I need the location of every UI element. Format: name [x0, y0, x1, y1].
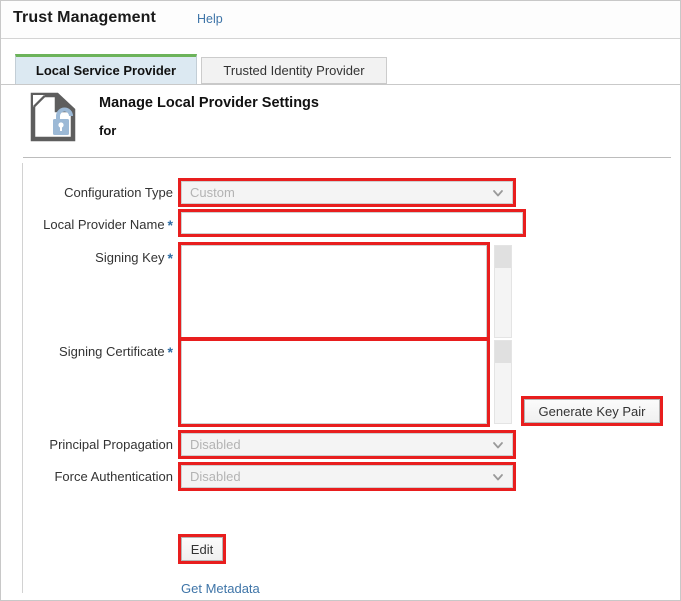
force-authentication-value: Disabled	[190, 469, 241, 484]
signing-key-textarea[interactable]	[181, 245, 487, 338]
scrollbar-thumb[interactable]	[495, 341, 511, 363]
generate-key-pair-button[interactable]: Generate Key Pair	[524, 399, 660, 423]
tab-trusted-identity-provider[interactable]: Trusted Identity Provider	[201, 57, 387, 84]
get-metadata-link[interactable]: Get Metadata	[181, 581, 260, 596]
chevron-down-icon	[493, 189, 503, 196]
label-signing-certificate: Signing Certificate *	[59, 344, 173, 360]
trust-management-page: Trust Management Help Local Service Prov…	[0, 0, 681, 601]
label-configuration-type: Configuration Type	[64, 185, 173, 200]
page-header: Trust Management Help	[1, 1, 680, 39]
local-provider-name-input[interactable]	[181, 212, 523, 234]
force-authentication-select[interactable]: Disabled	[181, 465, 513, 488]
required-marker: *	[167, 344, 173, 360]
label-force-authentication: Force Authentication	[54, 469, 173, 484]
signing-certificate-textarea[interactable]	[181, 340, 487, 424]
form-area: Configuration Type Custom Local Provider…	[1, 87, 680, 600]
chevron-down-icon	[493, 441, 503, 448]
tab-label: Local Service Provider	[35, 63, 177, 78]
tab-label: Trusted Identity Provider	[223, 63, 365, 78]
required-marker: *	[167, 250, 173, 266]
tab-strip-baseline	[1, 84, 680, 85]
required-marker: *	[167, 217, 173, 233]
page-title: Trust Management	[13, 9, 156, 26]
signing-certificate-scrollbar[interactable]	[494, 340, 512, 424]
scrollbar-thumb[interactable]	[495, 246, 511, 268]
tab-local-service-provider[interactable]: Local Service Provider	[15, 54, 197, 84]
help-link[interactable]: Help	[197, 12, 223, 26]
label-principal-propagation: Principal Propagation	[49, 437, 173, 452]
chevron-down-icon	[493, 473, 503, 480]
principal-propagation-select[interactable]: Disabled	[181, 433, 513, 456]
principal-propagation-value: Disabled	[190, 437, 241, 452]
tab-strip: Local Service Provider Trusted Identity …	[1, 39, 680, 85]
label-local-provider-name: Local Provider Name *	[43, 217, 173, 233]
signing-key-scrollbar[interactable]	[494, 245, 512, 338]
label-signing-key: Signing Key *	[95, 250, 173, 266]
edit-button[interactable]: Edit	[181, 537, 223, 561]
configuration-type-select[interactable]: Custom	[181, 181, 513, 204]
configuration-type-value: Custom	[190, 185, 235, 200]
